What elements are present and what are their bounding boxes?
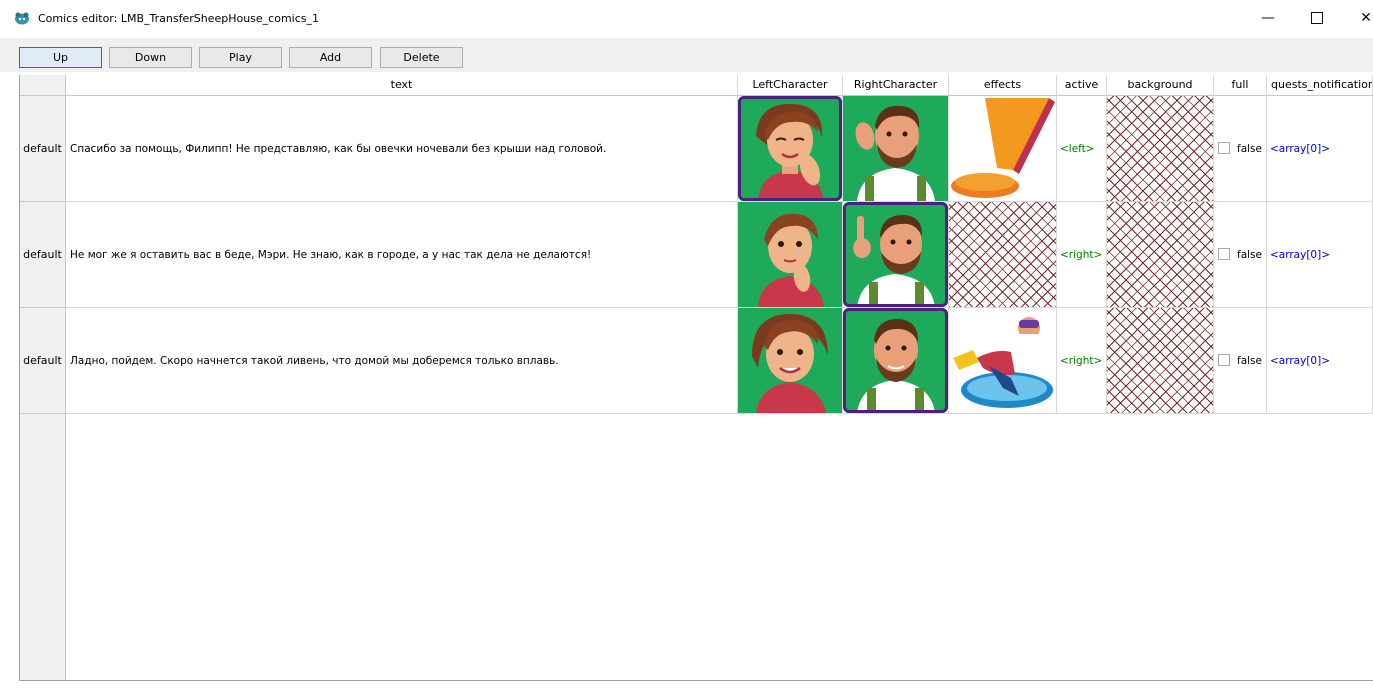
row-header[interactable]: default [20, 202, 66, 308]
text-cell[interactable]: Ладно, пойдем. Скоро начнется такой ливе… [66, 308, 738, 414]
right-character-cell[interactable] [843, 96, 949, 202]
text-cell[interactable]: Не мог же я оставить вас в беде, Мэри. Н… [66, 202, 738, 308]
maximize-button[interactable] [1297, 6, 1337, 30]
quests-notification-cell[interactable]: <array[0]> [1267, 308, 1373, 414]
row-header[interactable]: default [20, 96, 66, 202]
column-header-full[interactable]: full [1214, 75, 1267, 96]
column-header-background[interactable]: background [1107, 75, 1214, 96]
exclamation-mark-effect [949, 96, 1056, 201]
woman-smiling-portrait [738, 308, 842, 413]
column-header-active[interactable]: active [1057, 75, 1107, 96]
man-smiling-portrait [843, 308, 948, 413]
active-cell[interactable]: <left> [1057, 96, 1107, 202]
table-corner[interactable] [20, 75, 66, 96]
effects-cell[interactable] [949, 202, 1057, 308]
toolbar: Up Down Play Add Delete [0, 38, 1373, 72]
active-cell[interactable]: <right> [1057, 308, 1107, 414]
column-header-quests-notification[interactable]: quests_notification [1267, 75, 1373, 96]
column-header-rightcharacter[interactable]: RightCharacter [843, 75, 949, 96]
column-header-effects[interactable]: effects [949, 75, 1057, 96]
full-cell[interactable]: false [1214, 308, 1267, 414]
background-cell[interactable] [1107, 96, 1214, 202]
add-button[interactable]: Add [289, 47, 372, 68]
quests-notification-cell[interactable]: <array[0]> [1267, 202, 1373, 308]
row-header[interactable]: default [20, 308, 66, 414]
column-header-text[interactable]: text [66, 75, 738, 96]
quests-notification-value: <array[0]> [1270, 355, 1331, 367]
minimize-button[interactable]: — [1248, 6, 1288, 30]
text-cell[interactable]: Спасибо за помощь, Филипп! Не представля… [66, 96, 738, 202]
woman-smiling-eyes-closed-portrait [738, 96, 842, 201]
full-value: false [1237, 355, 1262, 367]
delete-button[interactable]: Delete [380, 47, 463, 68]
dialog-text: Спасибо за помощь, Филипп! Не представля… [70, 143, 607, 155]
maximize-icon [1311, 12, 1323, 24]
active-cell[interactable]: <right> [1057, 202, 1107, 308]
swimmer-diving-effect [949, 308, 1056, 413]
full-checkbox[interactable] [1218, 354, 1230, 366]
full-checkbox[interactable] [1218, 248, 1230, 260]
left-character-cell[interactable] [738, 308, 843, 414]
comics-table: text LeftCharacter RightCharacter effect… [19, 75, 1373, 681]
play-button[interactable]: Play [199, 47, 282, 68]
left-character-cell[interactable] [738, 202, 843, 308]
close-button[interactable]: ✕ [1346, 6, 1373, 30]
full-cell[interactable]: false [1214, 96, 1267, 202]
title-bar: Comics editor: LMB_TransferSheepHouse_co… [0, 0, 1373, 38]
right-character-cell[interactable] [843, 308, 949, 414]
active-value: <right> [1060, 355, 1103, 367]
quests-notification-value: <array[0]> [1270, 249, 1331, 261]
quests-notification-cell[interactable]: <array[0]> [1267, 96, 1373, 202]
active-value: <right> [1060, 249, 1103, 261]
man-pointing-up-portrait [843, 202, 948, 307]
background-cell[interactable] [1107, 308, 1214, 414]
up-button[interactable]: Up [19, 47, 102, 68]
window-title: Comics editor: LMB_TransferSheepHouse_co… [38, 12, 320, 25]
background-cell[interactable] [1107, 202, 1214, 308]
man-scratching-head-portrait [843, 96, 948, 201]
woman-thinking-portrait [738, 202, 842, 307]
effects-cell[interactable] [949, 308, 1057, 414]
full-value: false [1237, 143, 1262, 155]
full-checkbox[interactable] [1218, 142, 1230, 154]
full-cell[interactable]: false [1214, 202, 1267, 308]
app-icon [15, 12, 29, 25]
down-button[interactable]: Down [109, 47, 192, 68]
quests-notification-value: <array[0]> [1270, 143, 1331, 155]
effects-cell[interactable] [949, 96, 1057, 202]
active-value: <left> [1060, 143, 1095, 155]
left-character-cell[interactable] [738, 96, 843, 202]
full-value: false [1237, 249, 1262, 261]
dialog-text: Не мог же я оставить вас в беде, Мэри. Н… [70, 249, 592, 261]
column-header-leftcharacter[interactable]: LeftCharacter [738, 75, 843, 96]
right-character-cell[interactable] [843, 202, 949, 308]
dialog-text: Ладно, пойдем. Скоро начнется такой ливе… [70, 355, 559, 367]
